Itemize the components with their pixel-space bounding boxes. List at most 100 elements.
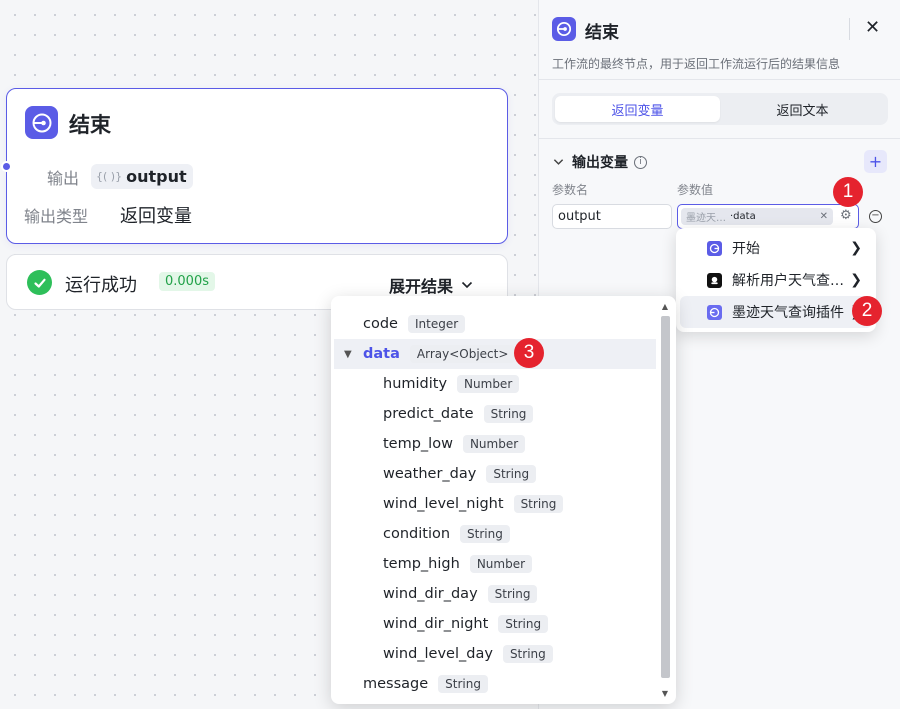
param-name-input[interactable]: output (552, 204, 672, 229)
node-title: 结束 (69, 113, 111, 137)
end-node-icon (552, 17, 576, 41)
tree-row-weather-day[interactable]: weather_day String (334, 459, 656, 489)
output-type-label: 输出类型 (24, 207, 89, 226)
tab-return-variable[interactable]: 返回变量 (555, 96, 720, 122)
menu-item-label: 解析用户天气查… (732, 273, 844, 289)
field-name: wind_dir_night (383, 616, 489, 632)
param-value-selector[interactable]: 墨迹天… ·data ✕ (677, 204, 859, 229)
tree-row-data[interactable]: ▼ data Array<Object> (334, 339, 656, 369)
expand-result-button[interactable]: 展开结果 (389, 273, 473, 297)
tree-row-temp-high[interactable]: temp_high Number (334, 549, 656, 579)
run-status-text: 运行成功 (65, 275, 137, 296)
parse-node-icon (707, 272, 722, 288)
field-name: message (363, 676, 429, 692)
field-type-tag: String (438, 675, 488, 693)
menu-item-parse-node[interactable]: 解析用户天气查… ❯ (680, 264, 872, 296)
variable-icon: {( )} (96, 170, 123, 183)
field-name: wind_level_night (383, 496, 504, 512)
callout-badge: 1 (833, 177, 863, 207)
section-title: 输出变量 (572, 155, 628, 171)
field-name: weather_day (383, 466, 477, 482)
info-icon[interactable]: i (634, 155, 647, 169)
field-select-dropdown: ▲ ▼ code Integer ▼ data Array<Object> humidit… (331, 296, 676, 704)
start-icon (707, 240, 722, 256)
tree-row-condition[interactable]: condition String (334, 519, 656, 549)
dropdown-scrollbar[interactable]: ▲ ▼ (660, 302, 670, 698)
output-label: 输出 (46, 168, 79, 188)
tree-row-humidity[interactable]: humidity Number (334, 369, 656, 399)
field-type-tag: Array<Object> (409, 345, 516, 363)
menu-item-start[interactable]: 开始 ❯ (680, 232, 872, 264)
field-type-tag: Number (462, 435, 526, 453)
expand-caret-icon[interactable]: ▼ (344, 349, 352, 360)
section-divider (539, 138, 900, 139)
field-name: wind_level_day (383, 646, 493, 662)
tree-row-wind-level-night[interactable]: wind_level_night String (334, 489, 656, 519)
success-check-icon (27, 270, 52, 295)
field-type-tag: String (502, 645, 553, 663)
output-var-chip: {( )} output (91, 164, 193, 189)
field-type-tag: String (486, 465, 537, 483)
menu-item-label: 开始 (732, 241, 760, 257)
field-type-tag: String (483, 405, 534, 423)
field-name: temp_low (383, 436, 453, 452)
chevron-down-icon (461, 281, 473, 289)
variable-reference-tag: 墨迹天… ·data ✕ (681, 208, 833, 225)
output-variables-header[interactable]: 输出变量 i (553, 152, 647, 172)
tree-row-temp-low[interactable]: temp_low Number (334, 429, 656, 459)
field-type-tag: Integer (407, 315, 466, 333)
field-name: data (363, 346, 400, 362)
tree-row-message[interactable]: message String (334, 669, 656, 699)
panel-title: 结束 (585, 23, 619, 43)
tree-row-wind-level-day[interactable]: wind_level_day String (334, 639, 656, 669)
expand-result-label: 展开结果 (388, 277, 453, 296)
end-node-icon (25, 106, 58, 139)
tree-row-wind-dir-day[interactable]: wind_dir_day String (334, 579, 656, 609)
field-name: condition (383, 526, 451, 542)
field-name: temp_high (383, 556, 460, 572)
chevron-right-icon: ❯ (850, 240, 862, 256)
remove-variable-button[interactable]: − (869, 210, 882, 223)
field-type-tag: String (487, 585, 538, 603)
source-node-menu: 开始 ❯ 解析用户天气查… ❯ 墨迹天气查询插件 ❯ (676, 228, 876, 332)
node-output-row: 输出 {( )} output (7, 164, 193, 189)
scroll-thumb[interactable] (661, 316, 670, 678)
menu-item-moji-plugin[interactable]: 墨迹天气查询插件 ❯ (680, 296, 872, 328)
clear-icon[interactable]: ✕ (820, 211, 828, 222)
gear-icon[interactable]: ⚙ (840, 208, 852, 223)
tree-row-code[interactable]: code Integer (334, 309, 656, 339)
end-node-card[interactable]: 结束 输出 {( )} output 输出类型 返回变量 (1, 88, 508, 244)
header-divider (849, 18, 850, 40)
scroll-up-arrow[interactable]: ▲ (660, 302, 670, 311)
panel-header: 结束 ✕ 工作流的最终节点，用于返回工作流运行后的结果信息 (539, 0, 900, 80)
close-icon[interactable]: ✕ (865, 17, 880, 38)
menu-item-label: 墨迹天气查询插件 (732, 305, 844, 321)
field-type-tag: Number (469, 555, 533, 573)
run-time-badge: 0.000s (159, 272, 215, 291)
ref-field: ·data (730, 211, 756, 222)
field-name: wind_dir_day (383, 586, 478, 602)
param-value-column-label: 参数值 (677, 183, 714, 197)
field-type-tag: String (460, 525, 510, 543)
output-type-value: 返回变量 (120, 206, 192, 227)
scroll-down-arrow[interactable]: ▼ (660, 689, 670, 698)
output-var-name: output (126, 167, 187, 186)
tree-row-wind-dir-night[interactable]: wind_dir_night String (334, 609, 656, 639)
panel-description: 工作流的最终节点，用于返回工作流运行后的结果信息 (552, 57, 841, 71)
tree-row-predict-date[interactable]: predict_date String (334, 399, 656, 429)
callout-badge: 2 (852, 296, 882, 326)
node-output-type-row: 输出类型 返回变量 (7, 202, 192, 228)
field-name: predict_date (383, 406, 474, 422)
param-name-column-label: 参数名 (552, 183, 589, 197)
ref-source-node: 墨迹天… (686, 213, 726, 224)
chevron-down-icon (553, 159, 564, 165)
field-name: code (363, 316, 398, 332)
field-type-tag: String (498, 615, 549, 633)
callout-badge: 3 (514, 338, 544, 368)
add-variable-button[interactable]: + (864, 150, 887, 173)
field-type-tag: String (513, 495, 564, 513)
field-type-tag: Number (457, 375, 520, 393)
tab-return-text[interactable]: 返回文本 (720, 96, 885, 122)
return-mode-tabs: 返回变量 返回文本 (552, 93, 888, 125)
moji-plugin-icon (707, 304, 722, 320)
